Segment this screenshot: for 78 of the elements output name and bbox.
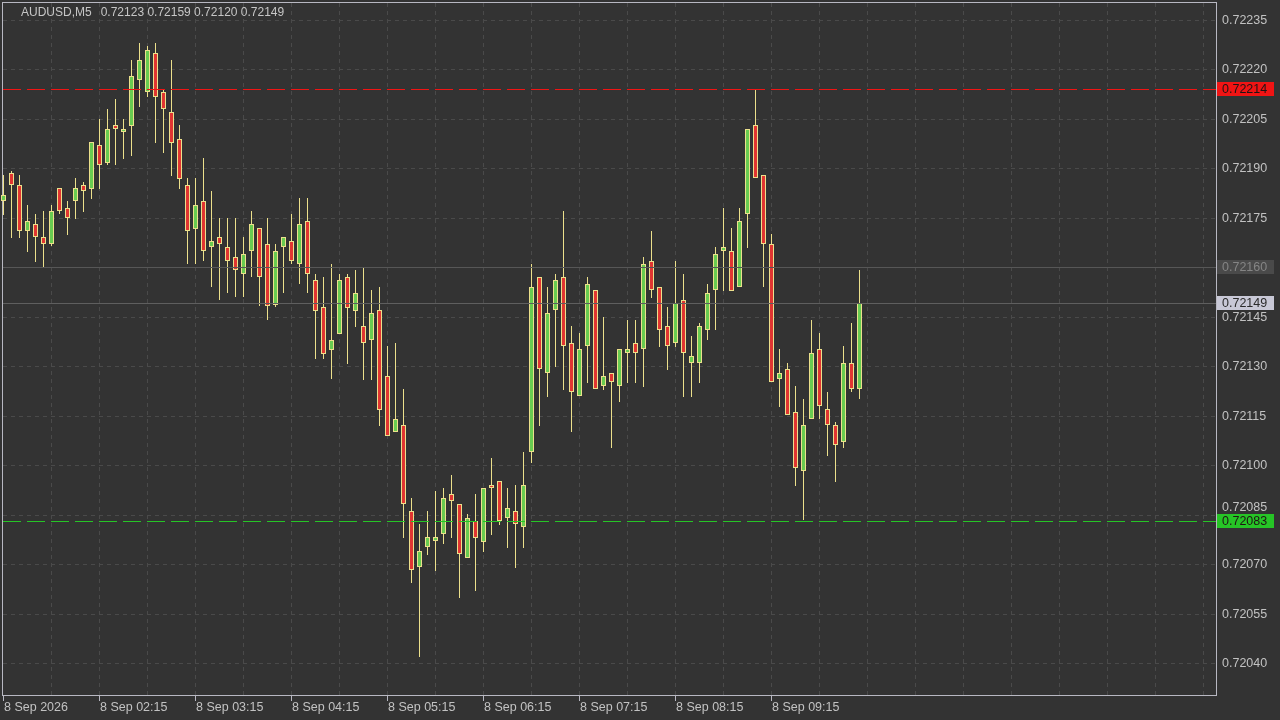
price-axis-label: 0.72205 [1222, 111, 1268, 126]
time-axis-label: 8 Sep 08:15 [676, 700, 744, 714]
time-axis-label: 8 Sep 09:15 [772, 700, 840, 714]
bullish-candle [689, 335, 694, 398]
bearish-candle [9, 170, 14, 239]
bearish-candle [177, 124, 182, 190]
bearish-candle [113, 98, 118, 166]
bid-price-tag: 0.72149 [1217, 296, 1274, 310]
bearish-candle [289, 213, 294, 265]
bullish-candle [145, 45, 150, 98]
bearish-candle [97, 118, 102, 190]
price-axis-label: 0.72130 [1222, 359, 1268, 373]
bullish-candle [705, 283, 710, 341]
bullish-candle [89, 141, 94, 200]
bearish-candle [161, 88, 166, 154]
bearish-candle [633, 319, 638, 384]
bearish-candle [657, 286, 662, 348]
bullish-candle [105, 108, 110, 166]
bullish-candle [465, 513, 470, 559]
bearish-candle [33, 213, 38, 263]
bearish-candle [665, 306, 670, 371]
bullish-candle [241, 236, 246, 298]
price-axis-label: 0.72085 [1222, 500, 1268, 515]
bearish-candle [81, 181, 86, 213]
bullish-candle [281, 236, 286, 294]
price-axis-label: 0.72040 [1222, 656, 1268, 670]
bullish-candle [777, 348, 782, 408]
bearish-candle [729, 227, 734, 292]
bearish-candle [785, 362, 790, 416]
price-axis-label: 0.72220 [1222, 62, 1268, 76]
bullish-candle [337, 273, 342, 335]
bullish-candle [617, 348, 622, 403]
price-axis-label: 0.72100 [1222, 458, 1268, 472]
time-axis-label: 8 Sep 07:15 [580, 700, 648, 714]
bearish-candle [17, 174, 22, 239]
time-axis-label: 8 Sep 03:15 [196, 700, 264, 714]
bullish-candle [137, 42, 142, 108]
bearish-candle [825, 391, 830, 457]
time-axis-label: 8 Sep 2026 [4, 700, 68, 714]
time-axis-label: 8 Sep 05:15 [388, 700, 456, 714]
price-axis-label: 0.72235 [1222, 12, 1268, 27]
bearish-candle [833, 421, 838, 483]
price-axis-label: 0.72115 [1222, 408, 1267, 423]
bullish-candle [441, 487, 446, 545]
bullish-candle [121, 118, 126, 160]
price-axis-label: 0.72055 [1222, 606, 1268, 621]
bearish-candle [57, 187, 62, 215]
time-axis-label: 8 Sep 06:15 [484, 700, 552, 714]
bullish-candle [273, 243, 278, 308]
bearish-candle [849, 322, 854, 393]
price-axis-label: 0.72145 [1222, 309, 1268, 324]
ohlc-values: 0.72123 0.72159 0.72120 0.72149 [100, 5, 285, 19]
time-axis-label: 8 Sep 04:15 [292, 700, 360, 714]
bullish-candle [425, 510, 430, 556]
bullish-candle [697, 322, 702, 384]
price-axis-label: 0.72070 [1222, 557, 1268, 571]
bullish-candle [577, 332, 582, 397]
bullish-candle [481, 487, 486, 553]
bearish-candle [41, 210, 46, 269]
time-axis-label: 8 Sep 02:15 [100, 700, 168, 714]
bearish-candle [65, 200, 70, 236]
price-level-tag: 0.72083 [1217, 514, 1274, 528]
bullish-candle [353, 269, 358, 328]
bullish-candle [73, 177, 78, 220]
bullish-candle [25, 204, 30, 253]
ask-price-tag: 0.72160 [1217, 260, 1274, 274]
bullish-candle [505, 487, 510, 549]
bullish-candle [625, 319, 630, 384]
bearish-candle [449, 474, 454, 539]
bullish-candle [1, 174, 6, 216]
price-axis-label: 0.72175 [1222, 210, 1268, 225]
bullish-candle [49, 204, 54, 247]
bearish-candle [497, 480, 502, 526]
bullish-candle [249, 210, 254, 278]
price-level-tag: 0.72214 [1217, 82, 1274, 96]
price-axis-label: 0.72190 [1222, 161, 1268, 175]
symbol-label: AUDUSD,M5 [21, 5, 92, 19]
bearish-candle [649, 230, 654, 299]
